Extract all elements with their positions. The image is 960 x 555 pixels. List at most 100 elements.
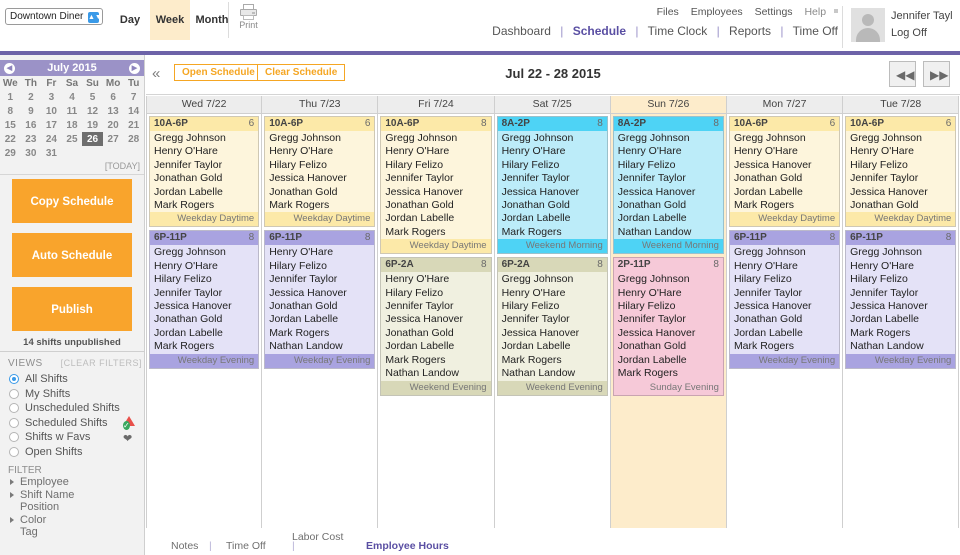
shift-block[interactable]: 6P-11P 8 Gregg Johnson Henry O'Hare Hilary F… [728, 230, 841, 369]
nav-reports[interactable]: Reports [729, 24, 771, 38]
shift-employee-name[interactable]: Jessica Hanover [618, 186, 723, 199]
clear-filters-link[interactable]: [CLEAR FILTERS] [61, 358, 142, 368]
shift-employee-name[interactable]: Gregg Johnson [269, 132, 374, 145]
tab-day[interactable]: Day [110, 0, 150, 40]
shift-employee-name[interactable]: Hilary Felizo [850, 159, 955, 172]
shift-employee-name[interactable]: Jordan Labelle [618, 354, 723, 367]
shift-employee-name[interactable]: Jessica Hanover [734, 300, 839, 313]
shift-employee-name[interactable]: Jessica Hanover [618, 327, 723, 340]
shift-employee-name[interactable]: Jessica Hanover [154, 300, 258, 313]
calendar-day[interactable]: 20 [103, 118, 124, 132]
shift-employee-name[interactable]: Jessica Hanover [734, 159, 839, 172]
day-column[interactable]: 10A-6P 6 Gregg Johnson Henry O'Hare Hilary F… [843, 114, 960, 555]
calendar-day[interactable]: 2 [21, 90, 42, 104]
radio-button[interactable] [9, 417, 19, 428]
shift-employee-name[interactable]: Jennifer Taylor [618, 313, 723, 326]
shift-employee-name[interactable]: Jordan Labelle [502, 212, 607, 225]
shift-employee-name[interactable]: Nathan Landow [269, 340, 374, 353]
shift-employee-name[interactable]: Jordan Labelle [154, 327, 258, 340]
calendar-day[interactable]: 17 [41, 118, 62, 132]
day-column[interactable]: 10A-6P 6 Gregg Johnson Henry O'Hare Jessica … [726, 114, 844, 555]
shift-employee-name[interactable]: Gregg Johnson [154, 246, 258, 259]
shift-employee-name[interactable]: Henry O'Hare [269, 246, 374, 259]
bottom-tab-labor-cost[interactable]: Labor Cost [292, 531, 343, 543]
filter-item-shift-name[interactable]: Shift Name [8, 489, 144, 502]
shift-employee-name[interactable]: Hilary Felizo [734, 273, 839, 286]
expand-triangle-icon[interactable] [10, 479, 14, 485]
day-column[interactable]: 10A-6P 6 Gregg Johnson Henry O'Hare Jennifer… [146, 114, 263, 555]
shift-employee-name[interactable]: Henry O'Hare [502, 287, 607, 300]
shift-employee-name[interactable]: Mark Rogers [850, 327, 955, 340]
shift-employee-name[interactable]: Mark Rogers [154, 199, 258, 212]
shift-block[interactable]: 8A-2P 8 Gregg Johnson Henry O'Hare Hilary Fe… [496, 116, 608, 255]
calendar-day[interactable]: 3 [41, 90, 62, 104]
shift-employee-name[interactable]: Jonathan Gold [154, 172, 258, 185]
calendar-day[interactable]: 19 [82, 118, 103, 132]
shift-employee-name[interactable]: Gregg Johnson [734, 132, 839, 145]
shift-employee-name[interactable]: Jonathan Gold [618, 340, 723, 353]
company-select[interactable]: Downtown Diner ▲▼ [5, 8, 103, 25]
shift-employee-name[interactable]: Jonathan Gold [734, 172, 839, 185]
shift-employee-name[interactable]: Hilary Felizo [154, 273, 258, 286]
nav-time-clock[interactable]: Time Clock [648, 24, 708, 38]
prev-week-button[interactable]: ◀◀ [889, 61, 916, 87]
filter-item-tag[interactable]: Tag [8, 526, 144, 539]
shift-employee-name[interactable]: Jessica Hanover [850, 186, 955, 199]
shift-block[interactable]: 10A-6P 6 Gregg Johnson Henry O'Hare Hilary F… [264, 116, 376, 228]
calendar-day[interactable]: 27 [103, 132, 124, 146]
shift-employee-name[interactable]: Mark Rogers [269, 327, 374, 340]
shift-employee-name[interactable]: Jonathan Gold [850, 199, 955, 212]
calendar-day[interactable]: 16 [21, 118, 42, 132]
calendar-day[interactable]: 23 [21, 132, 42, 146]
shift-employee-name[interactable]: Jordan Labelle [734, 327, 839, 340]
shift-employee-name[interactable]: Jennifer Taylor [154, 287, 258, 300]
shift-employee-name[interactable]: Henry O'Hare [618, 145, 723, 158]
next-week-button[interactable]: ▶▶ [923, 61, 950, 87]
shift-employee-name[interactable]: Jonathan Gold [269, 300, 374, 313]
calendar-next-icon[interactable]: ▶ [129, 63, 140, 74]
shift-block[interactable]: 6P-11P 8 Henry O'Hare Hilary Felizo Jennifer… [264, 230, 376, 369]
shift-employee-name[interactable]: Henry O'Hare [618, 287, 723, 300]
shift-block[interactable]: 6P-2A 8 Gregg Johnson Henry O'Hare Hilary Fe… [496, 257, 608, 396]
shift-block[interactable]: 10A-6P 6 Gregg Johnson Henry O'Hare Jessica … [728, 116, 841, 228]
calendar-day[interactable]: 8 [0, 104, 21, 118]
calendar-prev-icon[interactable]: ◀ [4, 63, 15, 74]
shift-employee-name[interactable]: Jessica Hanover [269, 287, 374, 300]
shift-employee-name[interactable]: Jordan Labelle [269, 313, 374, 326]
radio-button[interactable] [9, 388, 19, 399]
shift-employee-name[interactable]: Jonathan Gold [618, 199, 723, 212]
radio-button[interactable] [9, 432, 19, 442]
calendar-day[interactable]: 31 [41, 146, 62, 160]
calendar-day[interactable]: 18 [62, 118, 83, 132]
shift-employee-name[interactable]: Henry O'Hare [154, 145, 258, 158]
shift-employee-name[interactable]: Gregg Johnson [502, 132, 607, 145]
day-header[interactable]: Thu 7/23 [262, 96, 379, 114]
shift-employee-name[interactable]: Gregg Johnson [385, 132, 490, 145]
calendar-day[interactable]: 1 [0, 90, 21, 104]
calendar-day[interactable]: 14 [123, 104, 144, 118]
calendar-day[interactable]: 26 [82, 132, 103, 146]
avatar[interactable] [851, 8, 885, 42]
shift-employee-name[interactable]: Gregg Johnson [850, 132, 955, 145]
nav-help[interactable]: Help [804, 6, 826, 18]
shift-employee-name[interactable]: Hilary Felizo [850, 273, 955, 286]
auto-schedule-button[interactable]: Auto Schedule [12, 233, 132, 277]
shift-employee-name[interactable]: Jennifer Taylor [734, 287, 839, 300]
expand-triangle-icon[interactable] [10, 516, 14, 523]
shift-block[interactable]: 10A-6P 6 Gregg Johnson Henry O'Hare Jennifer… [149, 116, 260, 228]
shift-employee-name[interactable]: Gregg Johnson [618, 273, 723, 286]
shift-employee-name[interactable]: Mark Rogers [734, 199, 839, 212]
shift-employee-name[interactable]: Henry O'Hare [734, 260, 839, 273]
shift-employee-name[interactable]: Mark Rogers [385, 226, 490, 239]
filter-item-color[interactable]: Color [8, 514, 144, 527]
publish-button[interactable]: Publish [12, 287, 132, 331]
day-header[interactable]: Sat 7/25 [494, 96, 611, 114]
nav-settings[interactable]: Settings [755, 6, 793, 18]
calendar-day[interactable]: 22 [0, 132, 21, 146]
radio-button[interactable] [9, 403, 19, 413]
shift-employee-name[interactable]: Jessica Hanover [502, 186, 607, 199]
shift-employee-name[interactable]: Nathan Landow [385, 367, 490, 380]
shift-employee-name[interactable]: Mark Rogers [385, 354, 490, 367]
radio-button[interactable] [9, 374, 19, 384]
nav-employees[interactable]: Employees [691, 6, 743, 18]
